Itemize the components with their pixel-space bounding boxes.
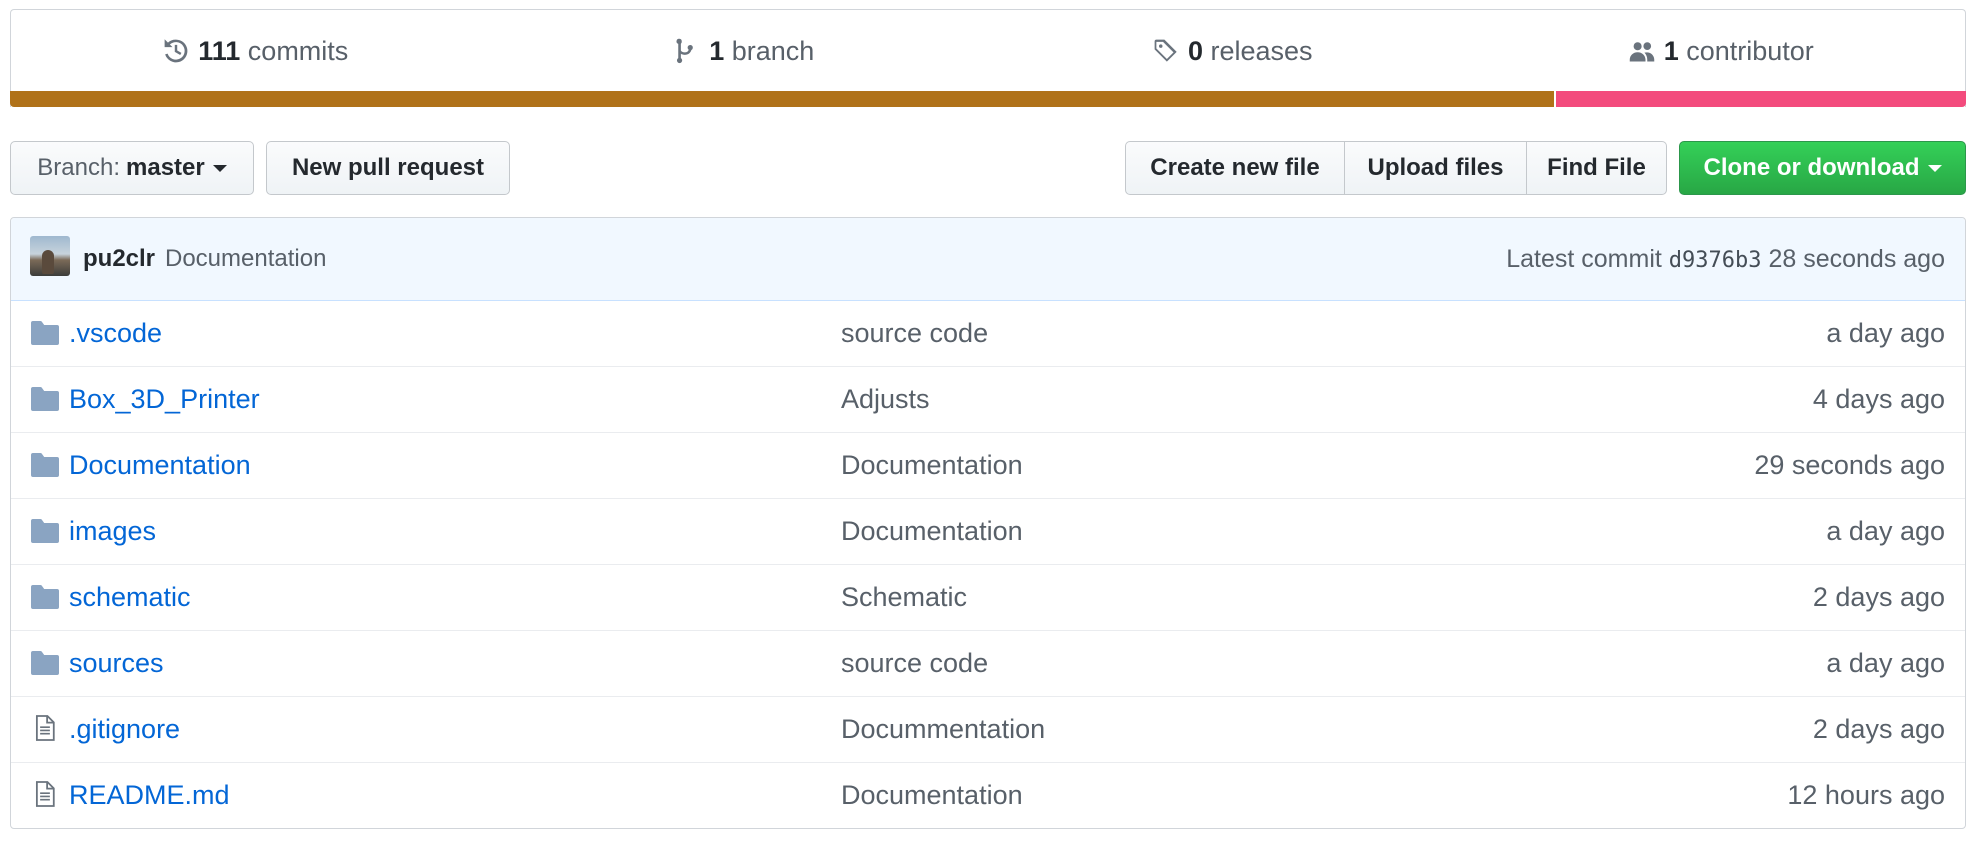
clone-or-download-button[interactable]: Clone or download [1679, 141, 1966, 195]
file-list: .vscode source code a day ago Box_3D_Printe… [11, 301, 1965, 828]
latest-commit-bar: pu2clr Documentation Latest commit d9376… [11, 218, 1965, 301]
file-row: schematic Schematic 2 days ago [11, 564, 1965, 630]
chevron-down-icon [1927, 164, 1942, 172]
file-name-link[interactable]: Box_3D_Printer [69, 384, 260, 415]
branch-select-button[interactable]: Branch: master [10, 141, 254, 195]
file-name-link[interactable]: README.md [69, 780, 230, 811]
file-table: pu2clr Documentation Latest commit d9376… [10, 217, 1966, 829]
file-age: 12 hours ago [1787, 780, 1945, 810]
file-age: 2 days ago [1812, 582, 1945, 612]
language-bar-segment[interactable] [10, 91, 1554, 107]
folder-icon [31, 387, 59, 411]
branches-label: branch [731, 35, 815, 66]
file-row: sources source code a day ago [11, 630, 1965, 696]
file-commit-message[interactable]: Adjusts [841, 384, 930, 415]
commit-sha[interactable]: d9376b3 [1669, 248, 1762, 273]
folder-icon [31, 453, 59, 477]
contributors-link[interactable]: 1 contributor [1477, 36, 1966, 67]
branches-count: 1 [709, 35, 725, 66]
file-age: 4 days ago [1812, 384, 1945, 414]
file-commit-message[interactable]: Docummentation [841, 714, 1045, 745]
create-new-file-button[interactable]: Create new file [1125, 141, 1345, 195]
folder-icon [31, 651, 59, 675]
file-name-link[interactable]: images [69, 516, 156, 547]
latest-commit-prefix: Latest commit [1506, 244, 1662, 273]
file-name-link[interactable]: schematic [69, 582, 191, 613]
new-pull-request-button[interactable]: New pull request [266, 141, 510, 195]
releases-link[interactable]: 0 releases [988, 36, 1477, 67]
branches-link[interactable]: 1 branch [500, 36, 989, 67]
folder-icon [31, 519, 59, 543]
releases-label: releases [1210, 35, 1313, 66]
repo-summary: 111 commits 1 branch 0 releases 1 contri… [10, 9, 1966, 107]
file-commit-message[interactable]: Documentation [841, 450, 1023, 481]
tag-icon [1154, 39, 1177, 62]
commit-author[interactable]: pu2clr [83, 245, 155, 273]
branch-icon [676, 38, 694, 64]
folder-icon [31, 585, 59, 609]
contributors-count: 1 [1663, 35, 1679, 66]
file-age: a day ago [1826, 318, 1945, 348]
commits-count: 111 [198, 35, 241, 66]
latest-commit-meta: Latest commit d9376b3 28 seconds ago [1506, 245, 1945, 274]
file-navigation: Branch: master New pull request Create n… [10, 141, 1966, 197]
file-age: a day ago [1826, 516, 1945, 546]
file-name-link[interactable]: Documentation [69, 450, 251, 481]
history-icon [164, 39, 188, 63]
file-age: a day ago [1826, 648, 1945, 678]
commit-age: 28 seconds ago [1768, 244, 1945, 273]
commits-label: commits [247, 35, 349, 66]
language-bar-segment[interactable] [1553, 91, 1966, 107]
file-row: .vscode source code a day ago [11, 301, 1965, 366]
clone-or-download-label: Clone or download [1703, 154, 1920, 181]
file-age: 2 days ago [1812, 714, 1945, 744]
branch-prefix: Branch: [37, 154, 120, 181]
avatar[interactable] [30, 236, 70, 276]
file-name-link[interactable]: .gitignore [69, 714, 180, 745]
commit-message[interactable]: Documentation [165, 245, 326, 273]
file-commit-message[interactable]: Documentation [841, 516, 1023, 547]
file-row: README.md Documentation 12 hours ago [11, 762, 1965, 828]
contributors-label: contributor [1686, 35, 1814, 66]
commits-link[interactable]: 111 commits [11, 36, 500, 67]
file-commit-message[interactable]: source code [841, 318, 988, 349]
folder-icon [31, 321, 59, 345]
chevron-down-icon [212, 164, 227, 172]
file-row: .gitignore Docummentation 2 days ago [11, 696, 1965, 762]
upload-files-button[interactable]: Upload files [1345, 141, 1527, 195]
people-icon [1629, 42, 1654, 62]
file-row: Documentation Documentation 29 seconds ago [11, 432, 1965, 498]
language-bar[interactable] [10, 91, 1966, 107]
file-commit-message[interactable]: Documentation [841, 780, 1023, 811]
find-file-button[interactable]: Find File [1527, 141, 1667, 195]
file-name-link[interactable]: sources [69, 648, 164, 679]
file-commit-message[interactable]: Schematic [841, 582, 967, 613]
file-name-link[interactable]: .vscode [69, 318, 162, 349]
releases-count: 0 [1187, 35, 1203, 66]
branch-name: master [126, 154, 205, 181]
file-row: Box_3D_Printer Adjusts 4 days ago [11, 366, 1965, 432]
file-text-icon [35, 715, 63, 741]
file-row: images Documentation a day ago [11, 498, 1965, 564]
file-text-icon [35, 781, 63, 807]
file-commit-message[interactable]: source code [841, 648, 988, 679]
file-age: 29 seconds ago [1754, 450, 1945, 480]
